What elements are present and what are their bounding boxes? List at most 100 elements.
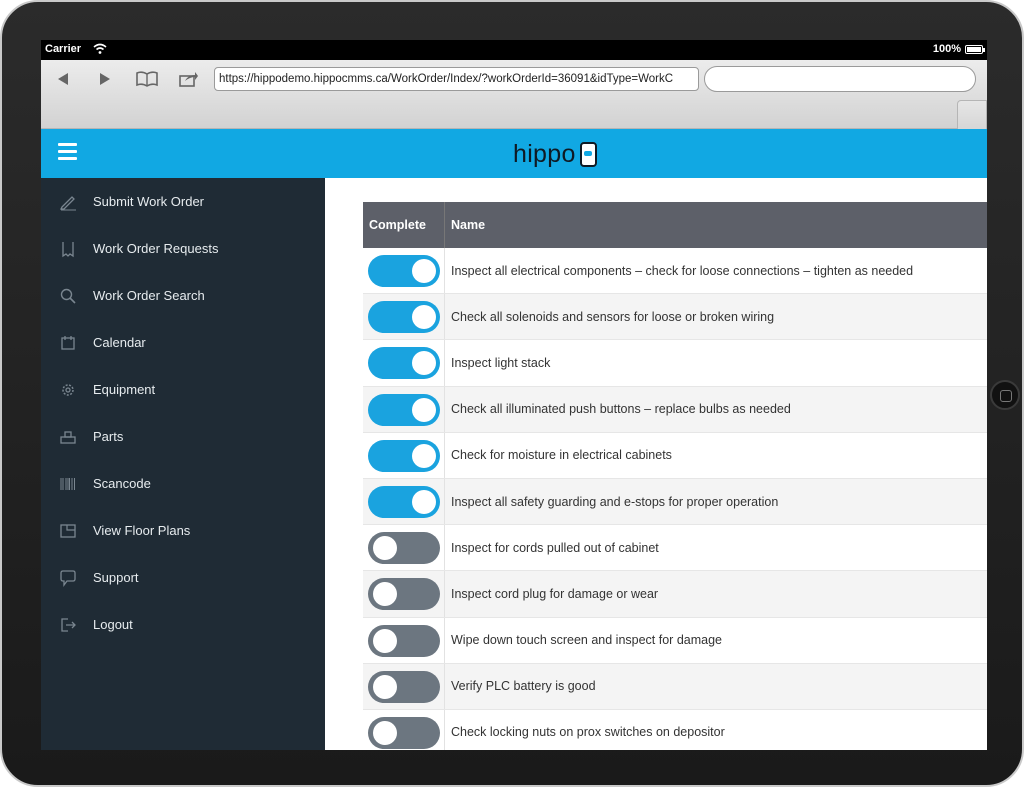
phone-logo-icon (579, 141, 597, 167)
toggle-knob (373, 628, 397, 653)
browser-search-field[interactable] (704, 66, 976, 92)
hamburger-menu-icon[interactable] (58, 143, 78, 163)
status-bar: Carrier 100% (41, 40, 987, 60)
table-row: Check all illuminated push buttons – rep… (363, 386, 987, 433)
complete-toggle[interactable] (368, 347, 440, 380)
sidebar-item-label: View Floor Plans (93, 523, 191, 538)
task-name: Check for moisture in electrical cabinet… (451, 448, 672, 463)
url-field[interactable]: https://hippodemo.hippocmms.ca/WorkOrder… (214, 67, 699, 91)
browser-toolbar: https://hippodemo.hippocmms.ca/WorkOrder… (41, 60, 987, 129)
table-row: Inspect light stack (363, 340, 987, 387)
sidebar-item-label: Calendar (93, 335, 146, 350)
sidebar-item-label: Parts (93, 429, 124, 444)
book-icon (136, 71, 158, 87)
task-name: Check all illuminated push buttons – rep… (451, 402, 791, 417)
sidebar-item-logout[interactable]: Logout (41, 601, 325, 648)
sidebar-item-work-order-search[interactable]: Work Order Search (41, 272, 325, 319)
complete-toggle[interactable] (368, 716, 440, 749)
brand-name: hippo (513, 140, 576, 168)
complete-toggle[interactable] (368, 532, 440, 565)
back-button[interactable] (49, 67, 77, 91)
bookmarks-button[interactable] (133, 67, 161, 91)
table-row: Inspect all electrical components – chec… (363, 248, 987, 295)
complete-cell (363, 709, 445, 750)
calendar-icon (61, 335, 75, 350)
toggle-knob (412, 489, 436, 514)
toggle-knob (412, 397, 436, 422)
gear-icon (62, 383, 74, 396)
table-row: Check locking nuts on prox switches on d… (363, 709, 987, 750)
table-header: Complete Name (363, 202, 987, 248)
table-row: Wipe down touch screen and inspect for d… (363, 617, 987, 664)
table-row: Verify PLC battery is good (363, 663, 987, 710)
column-header-name[interactable]: Name (445, 202, 485, 248)
complete-toggle[interactable] (368, 485, 440, 518)
complete-cell (363, 525, 445, 571)
floorplan-icon (60, 523, 76, 538)
complete-toggle[interactable] (368, 393, 440, 426)
share-button[interactable] (175, 67, 203, 91)
back-arrow-icon (58, 73, 68, 85)
sidebar-item-calendar[interactable]: Calendar (41, 319, 325, 366)
table-row: Inspect all safety guarding and e-stops … (363, 478, 987, 526)
carrier-label: Carrier (45, 43, 82, 55)
toggle-knob (373, 536, 397, 561)
complete-cell (363, 617, 445, 663)
pencil-icon (59, 195, 76, 210)
task-name: Inspect for cords pulled out of cabinet (451, 540, 659, 555)
complete-cell (363, 386, 445, 432)
complete-toggle[interactable] (368, 624, 440, 657)
sidebar-item-parts[interactable]: Parts (41, 413, 325, 460)
column-header-complete[interactable]: Complete (363, 202, 445, 248)
complete-cell (363, 340, 445, 386)
forward-button[interactable] (91, 67, 119, 91)
toggle-knob (412, 305, 436, 330)
complete-toggle[interactable] (368, 301, 440, 334)
complete-toggle[interactable] (368, 439, 440, 472)
battery-icon (965, 45, 985, 54)
complete-toggle[interactable] (368, 578, 440, 611)
sidebar-item-equipment[interactable]: Equipment (41, 366, 325, 413)
sidebar-item-view-floor-plans[interactable]: View Floor Plans (41, 507, 325, 554)
task-name: Check all solenoids and sensors for loos… (451, 309, 775, 324)
sidebar-item-submit-work-order[interactable]: Submit Work Order (41, 178, 325, 225)
browser-tab[interactable] (957, 100, 987, 129)
table-row: Inspect cord plug for damage or wear (363, 571, 987, 618)
complete-cell (363, 663, 445, 709)
toggle-knob (373, 674, 397, 699)
sidebar-item-label: Support (93, 570, 139, 585)
task-name: Wipe down touch screen and inspect for d… (451, 633, 722, 648)
battery-percentage: 100% (932, 43, 961, 55)
task-name: Inspect light stack (451, 355, 551, 370)
toggle-knob (373, 582, 397, 607)
chat-bubble-icon (60, 569, 76, 587)
sidebar-item-scancode[interactable]: Scancode (41, 460, 325, 507)
toggle-knob (412, 351, 436, 376)
sidebar-item-label: Work Order Search (93, 288, 205, 303)
sidebar: Submit Work Order Work Order Requests Wo… (41, 178, 325, 750)
complete-cell (363, 294, 445, 340)
home-button[interactable] (990, 380, 1020, 410)
sidebar-item-label: Equipment (93, 382, 156, 397)
checklist-table: Complete Name Inspect all electrical com… (363, 202, 987, 750)
share-icon (179, 72, 198, 87)
sidebar-item-label: Work Order Requests (93, 241, 219, 256)
toggle-knob (412, 443, 436, 468)
toggle-knob (412, 259, 436, 283)
task-name: Check locking nuts on prox switches on d… (451, 725, 725, 740)
sidebar-item-label: Submit Work Order (93, 194, 205, 209)
wifi-icon (93, 43, 107, 54)
forward-arrow-icon (100, 73, 110, 85)
complete-cell (363, 571, 445, 617)
app-header: hippo (41, 129, 987, 178)
parts-icon (60, 430, 76, 444)
toggle-knob (373, 720, 397, 745)
complete-toggle[interactable] (368, 255, 440, 287)
search-icon (60, 288, 76, 304)
sidebar-item-support[interactable]: Support (41, 554, 325, 601)
complete-toggle[interactable] (368, 670, 440, 703)
complete-cell (363, 432, 445, 478)
sidebar-item-label: Logout (93, 617, 133, 632)
screen: Carrier 100% https://hippodemo.hippocmms… (41, 40, 987, 750)
sidebar-item-work-order-requests[interactable]: Work Order Requests (41, 225, 325, 272)
